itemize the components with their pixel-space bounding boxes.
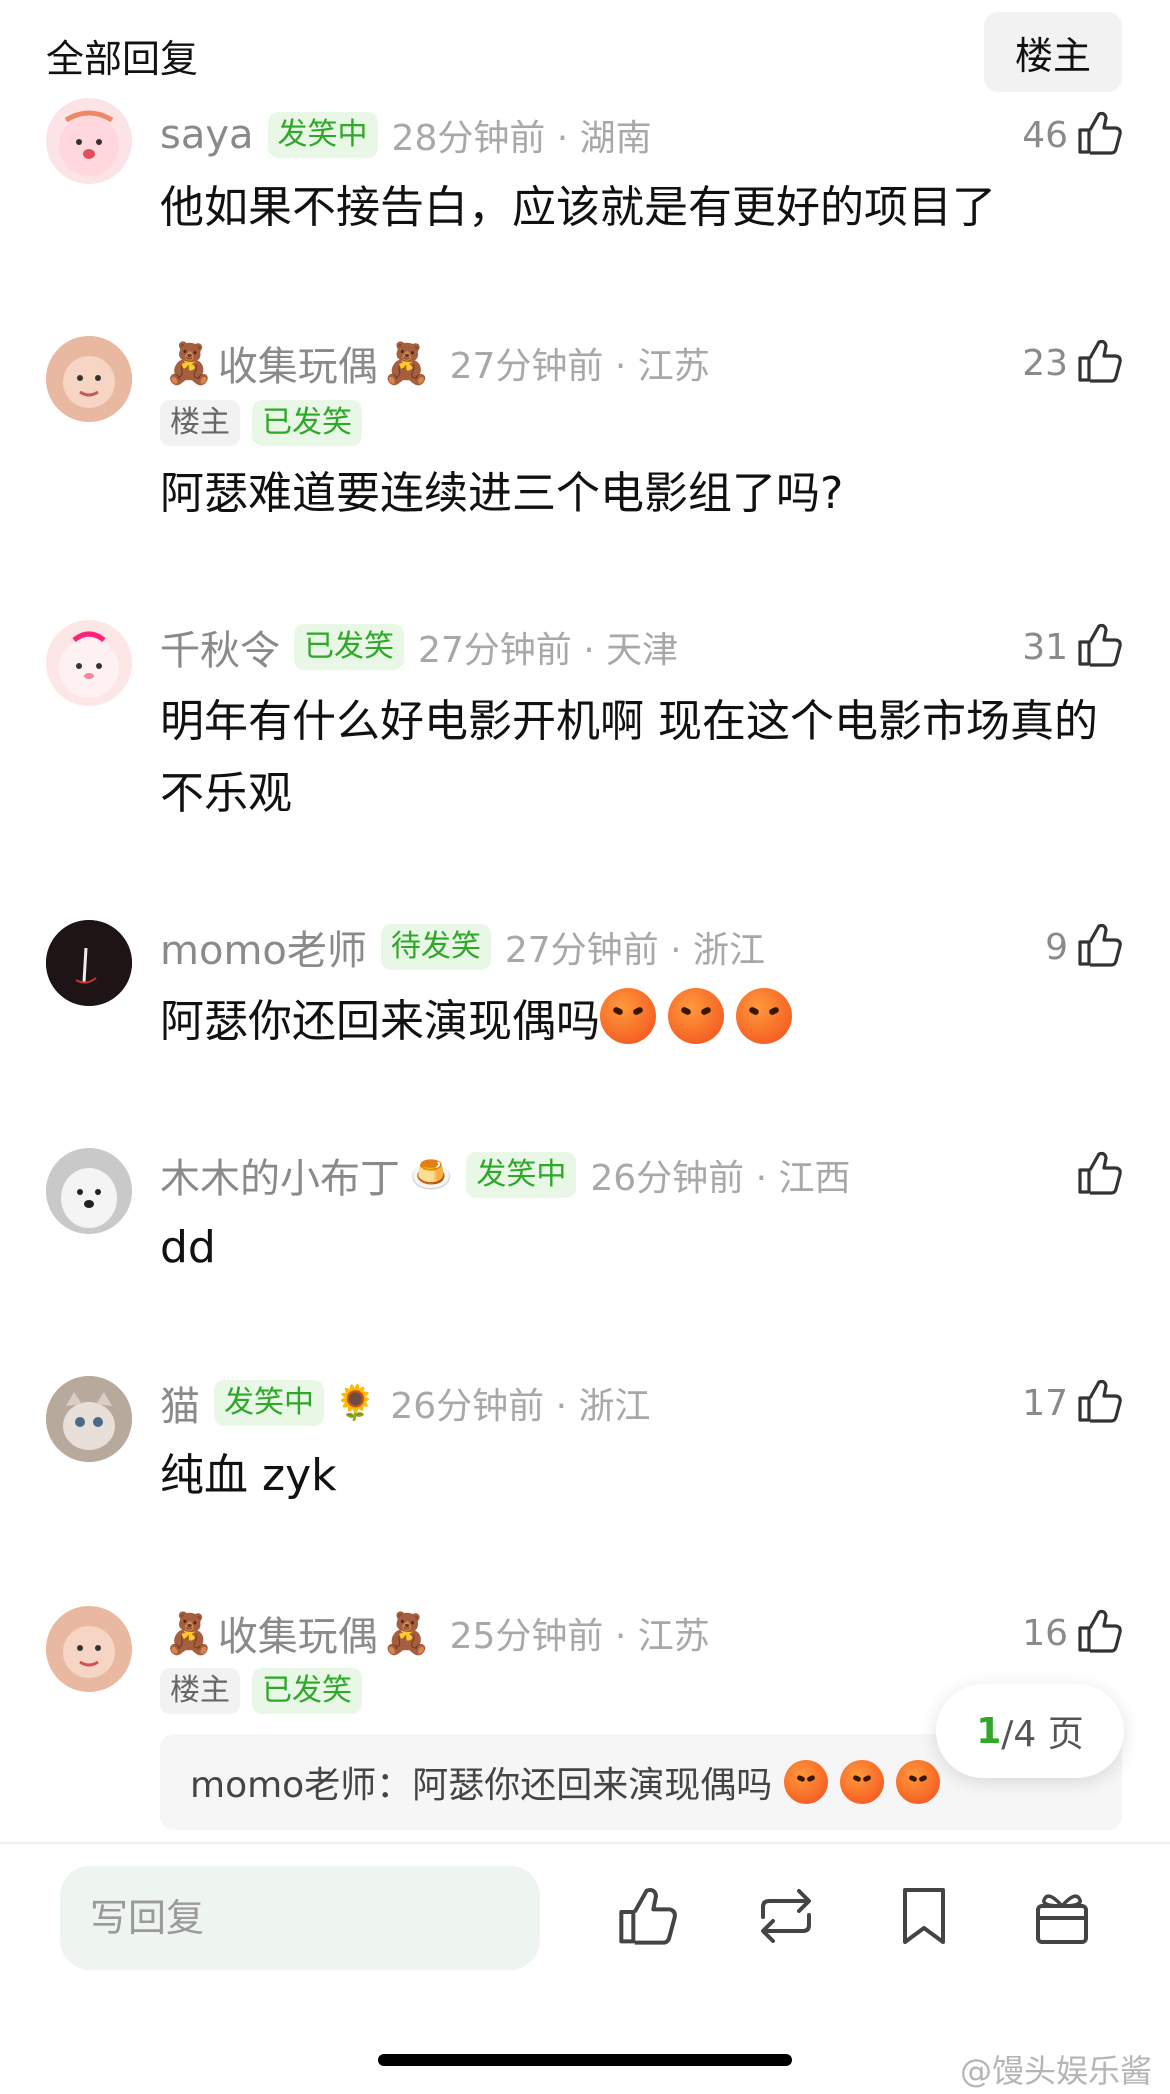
badges: 楼主 已发笑 (160, 1668, 374, 1714)
comment-header: 木木的小布丁 🍮 发笑中 26分钟前 · 江西 (160, 1148, 850, 1202)
status-badge: 待发笑 (380, 924, 491, 970)
teddy-bear-icon: 🧸 (164, 340, 214, 387)
comment-text: 他如果不接告白，应该就是有更好的项目了 (160, 182, 996, 233)
reply-input[interactable] (60, 1866, 540, 1970)
timestamp-location: 28分钟前 · 湖南 (391, 118, 652, 159)
gift-icon (1033, 1886, 1091, 1950)
like-button[interactable]: 17 (1022, 1376, 1124, 1430)
like-count: 31 (1022, 626, 1068, 668)
teddy-bear-icon: 🧸 (381, 340, 432, 387)
current-page: 1 (976, 1710, 1002, 1752)
home-indicator (378, 2054, 792, 2066)
bookmark-icon (899, 1886, 949, 1950)
total-pages: /4 页 (1001, 1714, 1084, 1755)
thumbs-up-icon (1076, 110, 1124, 160)
username[interactable]: 木木的小布丁 (160, 1146, 400, 1204)
thumbs-up-icon (1076, 922, 1124, 972)
like-button[interactable]: 9 (1045, 920, 1124, 974)
like-count: 9 (1045, 926, 1068, 968)
thumbs-up-icon (1076, 1608, 1124, 1658)
owner-badge: 楼主 (160, 1668, 240, 1714)
comment-header: 猫 发笑中 🌻 26分钟前 · 浙江 (160, 1376, 650, 1430)
angry-face-icon (668, 988, 724, 1044)
timestamp-location: 26分钟前 · 浙江 (390, 1386, 651, 1427)
username[interactable]: saya (160, 112, 254, 158)
thumbs-up-icon (1076, 338, 1124, 388)
header: 全部回复 楼主 (0, 0, 1170, 110)
angry-face-icon (736, 988, 792, 1044)
username[interactable]: 千秋令 (160, 618, 280, 676)
like-count: 17 (1022, 1382, 1068, 1424)
like-count: 16 (1022, 1612, 1068, 1654)
like-button[interactable] (1068, 1148, 1124, 1202)
comment-header: 🧸 收集玩偶 🧸 25分钟前 · 江苏 (160, 1604, 710, 1662)
badges: 楼主 已发笑 (160, 400, 374, 446)
timestamp-location: 25分钟前 · 江苏 (449, 1616, 710, 1657)
comment-text: 阿瑟你还回来演现偶吗 (160, 986, 1126, 1058)
comment-text: dd (160, 1222, 216, 1273)
page-title: 全部回复 (46, 37, 199, 81)
avatar[interactable] (46, 620, 132, 706)
thumbs-up-icon (1076, 622, 1124, 672)
comment-header: 🧸 收集玩偶 🧸 27分钟前 · 江苏 (160, 334, 710, 392)
timestamp-location: 26分钟前 · 江西 (590, 1158, 851, 1199)
status-badge: 已发笑 (252, 400, 362, 446)
repost-icon (753, 1887, 819, 1949)
quoted-text: momo老师：阿瑟你还回来演现偶吗 (190, 1765, 773, 1806)
thumbs-up-icon (616, 1885, 680, 1951)
comment-text: 阿瑟难道要连续进三个电影组了吗? (160, 468, 844, 519)
avatar[interactable] (46, 1376, 132, 1462)
like-button[interactable]: 46 (1022, 108, 1124, 162)
like-button[interactable]: 16 (1022, 1606, 1124, 1660)
comment-text: 明年有什么好电影开机啊 现在这个电影市场真的不乐观 (160, 696, 1098, 819)
like-button[interactable]: 31 (1022, 620, 1124, 674)
avatar[interactable] (46, 336, 132, 422)
angry-face-icon (840, 1760, 885, 1804)
username[interactable]: 猫 (160, 1374, 200, 1432)
username[interactable]: momo老师 (160, 918, 367, 976)
username[interactable]: 收集玩偶 (218, 334, 378, 392)
timestamp-location: 27分钟前 · 浙江 (504, 930, 766, 971)
status-badge: 发笑中 (214, 1380, 324, 1426)
comment-header: 千秋令 已发笑 27分钟前 · 天津 (160, 620, 678, 674)
avatar[interactable] (46, 1606, 132, 1692)
username[interactable]: 收集玩偶 (218, 1604, 378, 1662)
angry-face-icon (600, 988, 656, 1044)
avatar[interactable] (46, 1148, 132, 1234)
like-post-button[interactable] (612, 1882, 684, 1954)
repost-button[interactable] (750, 1882, 822, 1954)
avatar[interactable] (46, 98, 132, 184)
like-button[interactable]: 23 (1022, 336, 1124, 390)
pudding-icon: 🍮 (410, 1155, 453, 1195)
angry-face-icon (784, 1760, 829, 1804)
teddy-bear-icon: 🧸 (164, 1610, 214, 1657)
status-badge: 已发笑 (294, 624, 404, 670)
status-badge: 已发笑 (252, 1668, 362, 1714)
status-badge: 发笑中 (267, 112, 378, 158)
timestamp-location: 27分钟前 · 江苏 (449, 346, 710, 387)
thumbs-up-icon (1076, 1150, 1124, 1200)
comment-header: saya 发笑中 28分钟前 · 湖南 (160, 108, 652, 162)
page-indicator[interactable]: 1/4 页 (936, 1684, 1124, 1778)
timestamp-location: 27分钟前 · 天津 (418, 630, 679, 671)
thumbs-up-icon (1076, 1378, 1124, 1428)
owner-badge: 楼主 (160, 400, 240, 446)
avatar[interactable] (46, 920, 132, 1006)
comment-text: 纯血 zyk (160, 1450, 337, 1501)
owner-only-button[interactable]: 楼主 (984, 12, 1122, 92)
comment-text-content: 阿瑟你还回来演现偶吗 (160, 996, 600, 1047)
watermark: @馒头娱乐酱 (959, 2052, 1152, 2090)
gift-button[interactable] (1026, 1882, 1098, 1954)
angry-face-icon (896, 1760, 941, 1804)
sunflower-vase-icon: 🌻 (334, 1383, 377, 1423)
like-count: 46 (1022, 114, 1068, 156)
status-badge: 发笑中 (466, 1152, 577, 1198)
bookmark-button[interactable] (888, 1882, 960, 1954)
like-count: 23 (1022, 342, 1068, 384)
teddy-bear-icon: 🧸 (381, 1610, 432, 1657)
comment-header: momo老师 待发笑 27分钟前 · 浙江 (160, 920, 765, 974)
